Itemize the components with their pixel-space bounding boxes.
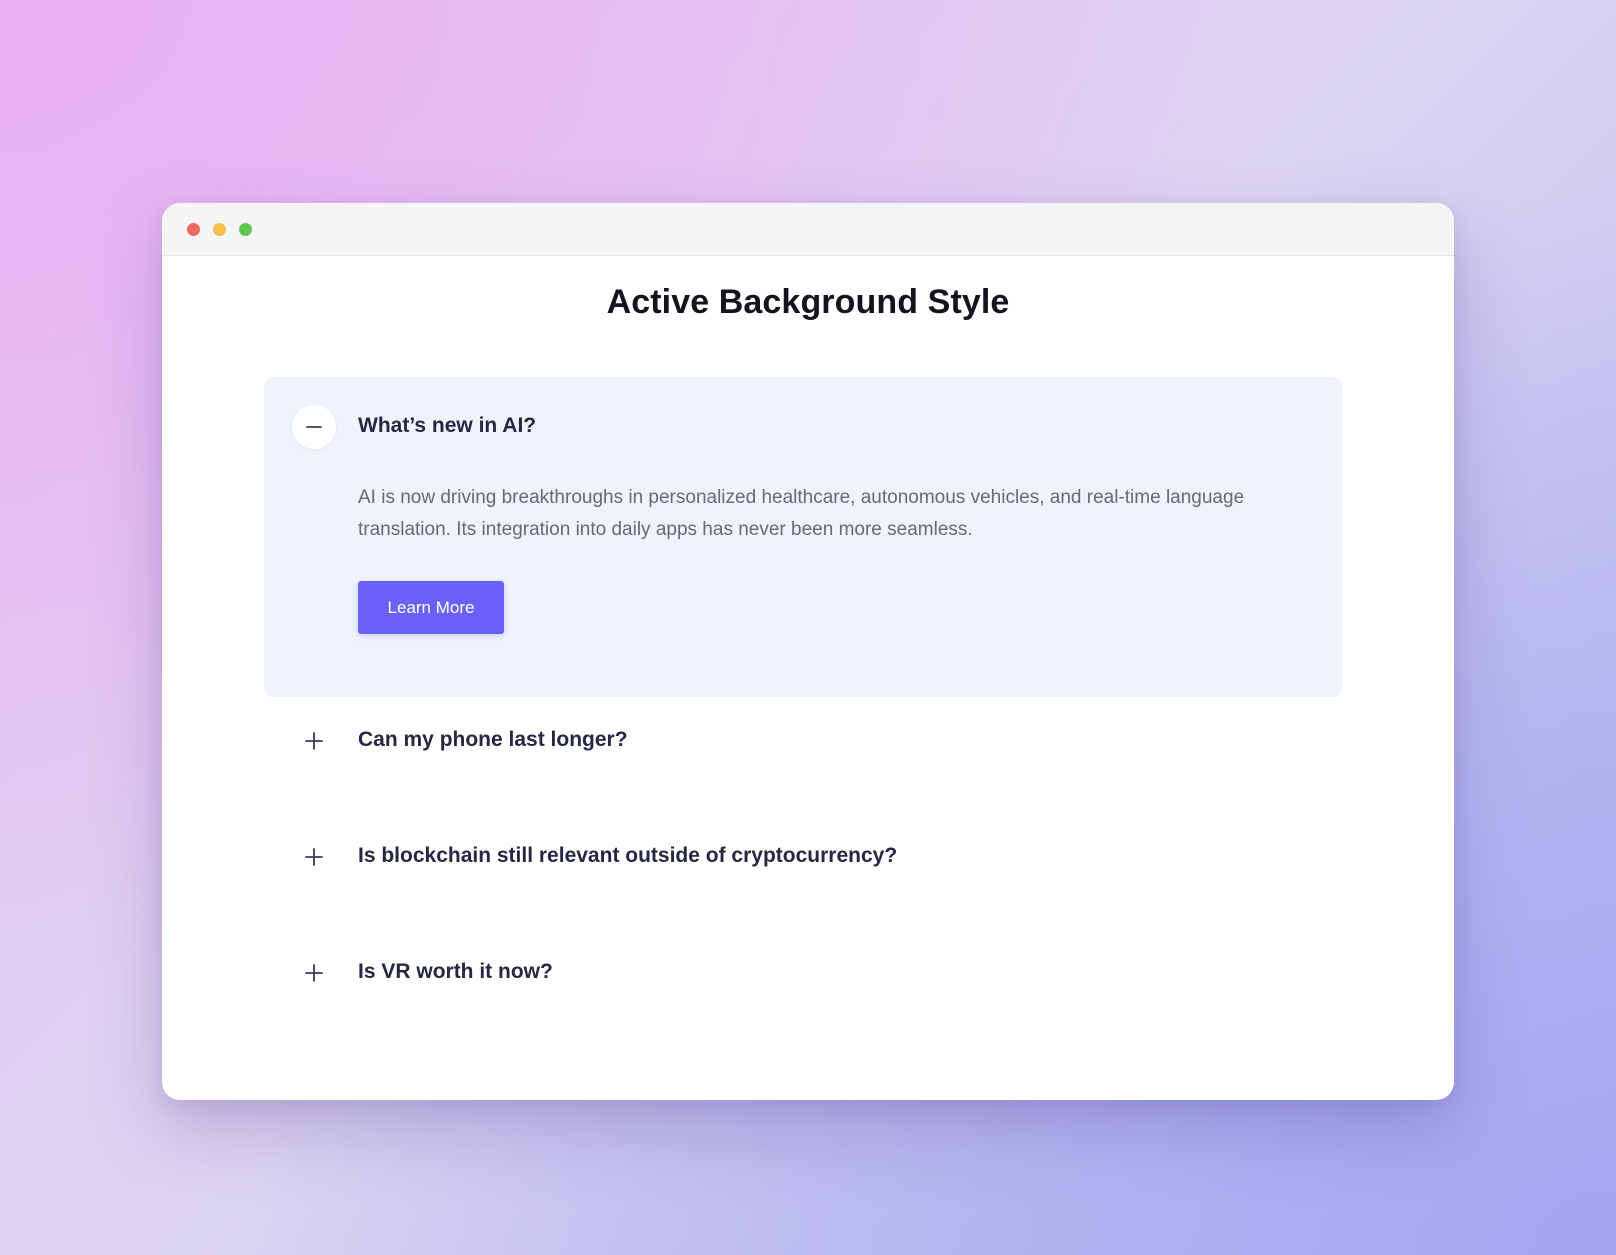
accordion-item-phone: Can my phone last longer? (264, 697, 1342, 813)
minimize-window-button[interactable] (213, 223, 226, 236)
plus-icon[interactable] (292, 719, 336, 763)
accordion-header-blockchain[interactable]: Is blockchain still relevant outside of … (264, 813, 1342, 913)
plus-icon[interactable] (292, 835, 336, 879)
accordion-question: Is blockchain still relevant outside of … (358, 844, 898, 867)
minus-icon[interactable] (292, 405, 336, 449)
accordion-question: Is VR worth it now? (358, 960, 553, 983)
plus-icon[interactable] (292, 951, 336, 995)
accordion-item-vr: Is VR worth it now? (264, 929, 1342, 1045)
accordion-header-ai[interactable]: What’s new in AI? (264, 377, 1342, 477)
browser-window: Active Background Style What’s new in AI… (162, 203, 1454, 1100)
accordion-question: Can my phone last longer? (358, 728, 628, 751)
maximize-window-button[interactable] (239, 223, 252, 236)
accordion-answer: AI is now driving breakthroughs in perso… (358, 487, 1245, 540)
accordion-item-blockchain: Is blockchain still relevant outside of … (264, 813, 1342, 929)
faq-accordion: What’s new in AI? AI is now driving brea… (264, 377, 1342, 1045)
accordion-item-ai: What’s new in AI? AI is now driving brea… (264, 377, 1342, 697)
accordion-question: What’s new in AI? (358, 414, 537, 437)
accordion-header-vr[interactable]: Is VR worth it now? (264, 929, 1342, 1029)
close-window-button[interactable] (187, 223, 200, 236)
window-titlebar (162, 203, 1454, 256)
accordion-header-phone[interactable]: Can my phone last longer? (264, 697, 1342, 797)
page-title: Active Background Style (606, 283, 1010, 321)
learn-more-button[interactable]: Learn More (358, 581, 504, 634)
